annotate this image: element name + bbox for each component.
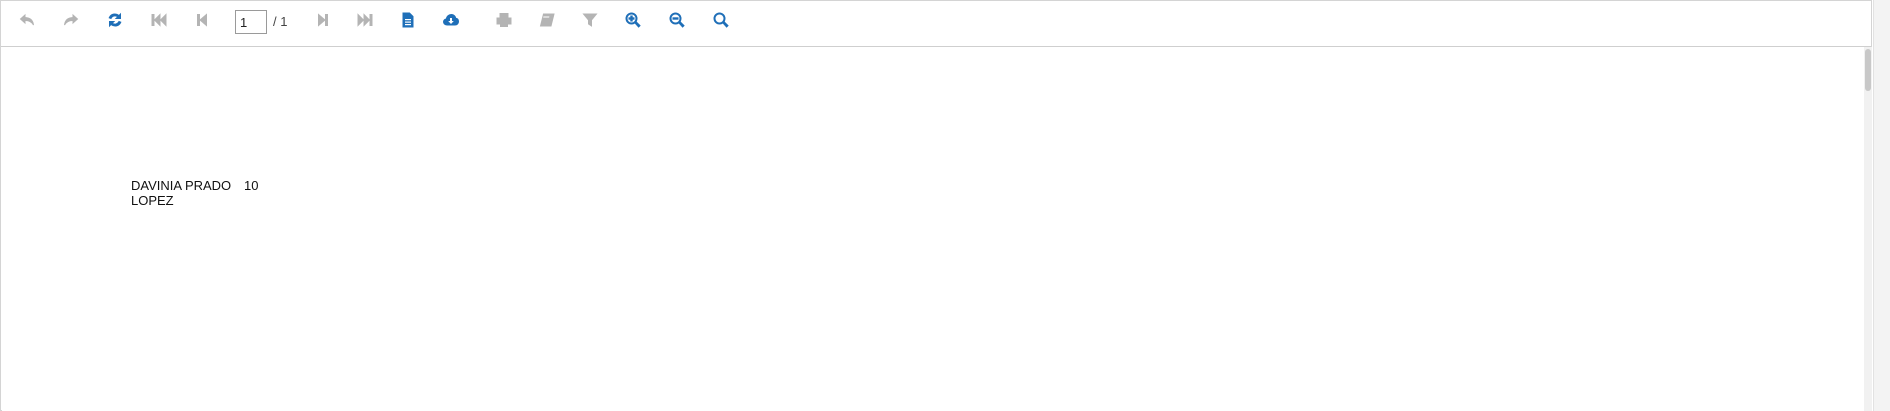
first-page-button[interactable] [144,7,174,33]
vertical-scrollbar[interactable] [1864,47,1872,411]
scrollbar-thumb[interactable] [1865,49,1871,91]
report-page: DAVINIA PRADO LOPEZ 10 [2,47,1864,411]
report-name-line2: LOPEZ [131,193,174,208]
next-page-icon [318,13,328,27]
document-icon [402,12,414,28]
zoom-in-button[interactable] [618,7,648,33]
search-button[interactable] [706,7,736,33]
page-total-label: / 1 [273,14,288,29]
report-viewer: / 1 [0,0,1872,411]
previous-page-icon [197,13,207,27]
print-button[interactable] [489,7,519,33]
undo-icon [19,13,34,26]
zoom-out-button[interactable] [662,7,692,33]
zoom-out-icon [669,12,685,28]
previous-page-button[interactable] [187,7,217,33]
filter-icon [582,13,598,27]
last-page-icon [357,13,373,27]
page-scrollbar[interactable] [1873,0,1890,411]
page-number-input[interactable] [235,10,267,34]
zoom-in-icon [625,12,641,28]
redo-icon [64,13,79,26]
report-value: 10 [244,178,259,193]
print-icon [496,13,512,27]
first-page-icon [151,13,167,27]
book-icon [539,13,555,27]
last-page-button[interactable] [350,7,380,33]
viewer-toolbar: / 1 [1,1,1871,47]
download-button[interactable] [436,7,466,33]
bookmarks-button[interactable] [532,7,562,33]
refresh-icon [108,12,122,28]
next-page-button[interactable] [308,7,338,33]
filter-button[interactable] [575,7,605,33]
undo-button[interactable] [12,7,42,33]
report-name: DAVINIA PRADO LOPEZ [131,178,231,208]
refresh-button[interactable] [100,7,130,33]
search-icon [713,12,729,28]
document-button[interactable] [393,7,423,33]
report-name-line1: DAVINIA PRADO [131,178,232,193]
redo-button[interactable] [56,7,86,33]
cloud-download-icon [443,13,459,26]
